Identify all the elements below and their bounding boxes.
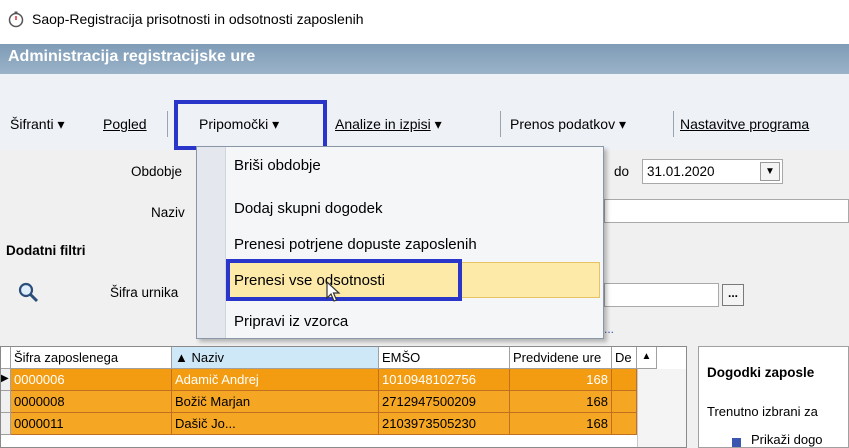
page-header: Administracija registracijske ure (0, 44, 849, 74)
row-indicator-header (1, 347, 11, 369)
date-to-picker[interactable]: 31.01.2020 ▼ (642, 159, 783, 184)
col-emso[interactable]: EMŠO (379, 347, 510, 369)
vertical-scrollbar[interactable] (637, 369, 686, 447)
menu-sifranti[interactable]: Šifranti ▾ (10, 116, 65, 133)
col-naziv[interactable]: ▲ Naziv (172, 347, 379, 369)
page-title: Administracija registracijske ure (8, 48, 256, 65)
cell-naziv: Adamič Andrej (172, 369, 379, 391)
chevron-down-icon: ▾ (434, 116, 442, 132)
chevron-down-icon: ▾ (57, 116, 65, 132)
events-panel-item[interactable]: Prikaži dogo (751, 432, 823, 447)
events-panel: Dogodki zaposle Trenutno izbrani za Prik… (698, 346, 849, 448)
col-de[interactable]: De (612, 347, 637, 369)
annotation-box-prenesi (226, 259, 462, 301)
pripomocki-dropdown: Briši obdobje Dodaj skupni dogodek Prene… (196, 146, 604, 339)
chevron-down-icon: ▾ (618, 116, 626, 132)
sifra-urnika-input[interactable] (604, 283, 719, 307)
cell-ure: 168 (510, 369, 612, 391)
cell-ure: 168 (510, 413, 612, 435)
scroll-up-icon[interactable]: ▲ (637, 347, 657, 369)
search-icon[interactable] (18, 282, 40, 304)
cell-de (612, 413, 637, 435)
menu-separator (673, 111, 674, 137)
window-title: Saop-Registracija prisotnosti in odsotno… (32, 11, 364, 27)
cell-naziv: Božič Marjan (172, 391, 379, 413)
menu-separator (167, 111, 168, 137)
naziv-input[interactable] (604, 199, 849, 223)
date-to-value: 31.01.2020 (647, 164, 715, 179)
mouse-cursor-icon (326, 281, 341, 302)
dodatni-filtri-heading: Dodatni filtri (6, 243, 86, 258)
current-row-icon: ▶ (1, 369, 11, 391)
menu-bar (0, 74, 849, 151)
menu-pogled[interactable]: Pogled (103, 116, 147, 132)
annotation-box-pripomocki (174, 100, 327, 150)
menu-item-brisi-obdobje[interactable]: Briši obdobje (234, 157, 321, 174)
cell-de (612, 391, 637, 413)
obdobje-label: Obdobje (131, 164, 183, 179)
cell-emso: 1010948102756 (379, 369, 510, 391)
row-indicator (1, 413, 11, 435)
menu-item-prenesi-potrjene-dopuste[interactable]: Prenesi potrjene dopuste zaposlenih (234, 236, 477, 253)
menu-analize[interactable]: Analize in izpisi ▾ (335, 116, 442, 133)
events-panel-title: Dogodki zaposle (707, 365, 815, 380)
row-indicator (1, 391, 11, 413)
col-predvidene-ure[interactable]: Predvidene ure (510, 347, 612, 369)
events-panel-text: Trenutno izbrani za (707, 404, 818, 419)
cell-ure: 168 (510, 391, 612, 413)
menu-prenos[interactable]: Prenos podatkov ▾ (510, 116, 626, 133)
menu-item-dodaj-skupni-dogodek[interactable]: Dodaj skupni dogodek (234, 200, 382, 217)
cell-sifra: 0000006 (11, 369, 172, 391)
title-bar: Saop-Registracija prisotnosti in odsotno… (0, 0, 849, 44)
cell-sifra: 0000011 (11, 413, 172, 435)
stopwatch-icon (8, 11, 24, 28)
menu-nastavitve[interactable]: Nastavitve programa (680, 116, 809, 132)
checkbox-icon[interactable] (732, 438, 741, 447)
more-link[interactable]: ... (604, 322, 614, 336)
naziv-label: Naziv (151, 205, 185, 220)
col-sifra[interactable]: Šifra zaposlenega (11, 347, 172, 369)
sifra-urnika-label: Šifra urnika (110, 285, 179, 300)
menu-item-pripravi-iz-vzorca[interactable]: Pripravi iz vzorca (234, 313, 348, 330)
menu-separator (500, 111, 501, 137)
browse-button[interactable]: ... (722, 284, 744, 306)
dropdown-icon-strip (197, 147, 226, 338)
employee-grid: Šifra zaposlenega ▲ Naziv EMŠO Predviden… (0, 346, 687, 448)
do-label: do (614, 164, 630, 179)
cell-sifra: 0000008 (11, 391, 172, 413)
cell-emso: 2712947500209 (379, 391, 510, 413)
cell-de (612, 369, 637, 391)
cell-emso: 2103973505230 (379, 413, 510, 435)
chevron-down-icon[interactable]: ▼ (760, 162, 780, 181)
cell-naziv: Dašič Jo... (172, 413, 379, 435)
